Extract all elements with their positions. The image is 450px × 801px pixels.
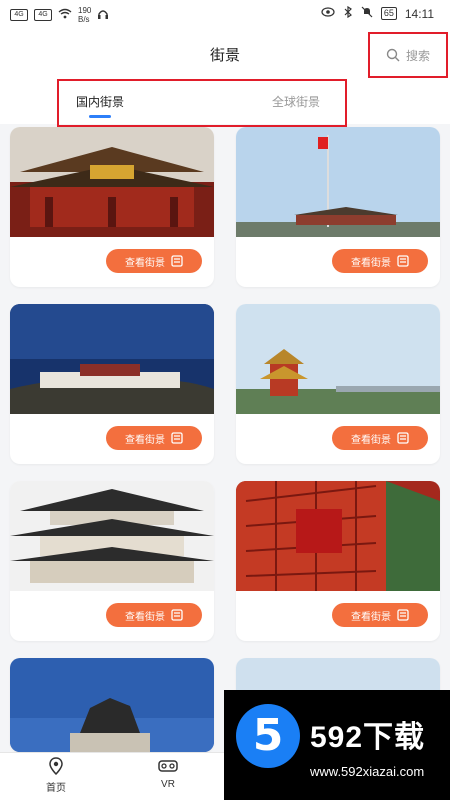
bluetooth-icon xyxy=(343,5,353,21)
card-image-potala xyxy=(10,304,214,414)
network-speed: 190 B/s xyxy=(78,6,92,24)
signal-icon-2: 4G xyxy=(34,9,52,21)
view-street-view-button[interactable]: 查看街景 xyxy=(106,249,202,273)
headphones-icon xyxy=(97,8,109,23)
tab-global-street-view[interactable]: 全球街景 xyxy=(272,93,320,110)
street-view-icon xyxy=(397,609,409,621)
watermark-logo-icon: 5 xyxy=(236,704,300,768)
card-image-statue xyxy=(10,658,214,752)
card-image-yellow-crane-tower xyxy=(236,304,440,414)
street-view-icon xyxy=(397,432,409,444)
street-view-icon xyxy=(171,609,183,621)
card-image-pavilion xyxy=(10,127,214,237)
home-map-icon xyxy=(26,757,86,775)
clock: 14:11 xyxy=(404,6,434,21)
street-view-card[interactable]: 查看街景 xyxy=(10,481,214,641)
street-view-icon xyxy=(171,255,183,267)
street-view-card[interactable] xyxy=(10,658,214,752)
battery-icon: 65 xyxy=(380,7,397,20)
street-view-card[interactable]: 查看街景 xyxy=(236,481,440,641)
mute-icon xyxy=(361,6,373,21)
tab-domestic-street-view[interactable]: 国内街景 xyxy=(76,93,124,110)
wifi-icon xyxy=(58,8,72,23)
eye-icon xyxy=(321,7,335,20)
view-street-view-button[interactable]: 查看街景 xyxy=(332,426,428,450)
search-button[interactable]: 搜索 xyxy=(368,32,448,78)
status-bar: 4G 4G 190 B/s 65 14:11 xyxy=(0,0,450,26)
nav-vr[interactable]: VR xyxy=(138,757,198,790)
street-view-icon xyxy=(171,432,183,444)
street-view-card[interactable]: 查看街景 xyxy=(10,304,214,464)
street-view-icon xyxy=(397,255,409,267)
view-street-view-button[interactable]: 查看街景 xyxy=(332,603,428,627)
nav-home[interactable]: 首页 xyxy=(26,757,86,794)
card-image-tiananmen xyxy=(236,127,440,237)
view-street-view-button[interactable]: 查看街景 xyxy=(106,426,202,450)
signal-icon: 4G xyxy=(10,9,28,21)
watermark-overlay: 5 592下载 www.592xiazai.com xyxy=(224,690,450,800)
search-label: 搜索 xyxy=(405,48,430,63)
card-image-red-building xyxy=(236,481,440,591)
street-view-card[interactable]: 查看街景 xyxy=(236,127,440,287)
street-view-card[interactable]: 查看街景 xyxy=(236,304,440,464)
active-tab-indicator xyxy=(89,115,111,118)
view-street-view-button[interactable]: 查看街景 xyxy=(106,603,202,627)
search-icon xyxy=(386,48,400,62)
watermark-url: www.592xiazai.com xyxy=(310,764,425,779)
vr-headset-icon xyxy=(138,757,198,775)
street-view-card[interactable]: 查看街景 xyxy=(10,127,214,287)
view-street-view-button[interactable]: 查看街景 xyxy=(332,249,428,273)
card-image-tower xyxy=(10,481,214,591)
watermark-brand: 592下载 xyxy=(310,721,426,754)
